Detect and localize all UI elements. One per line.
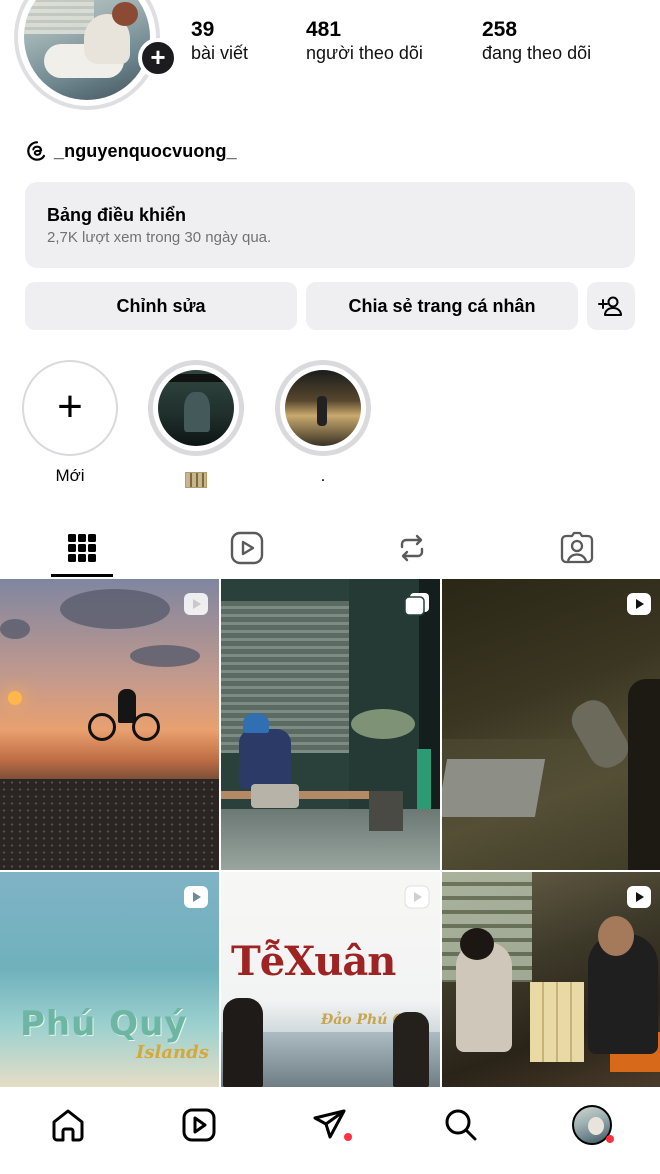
active-tab-indicator <box>51 574 113 577</box>
reel-badge-icon <box>627 886 651 908</box>
add-story-icon[interactable]: + <box>138 38 178 78</box>
dashboard-title: Bảng điều khiển <box>47 205 187 225</box>
nav-home[interactable] <box>48 1105 88 1145</box>
post-thumbnail[interactable]: TễXuân Đảo Phú Quý <box>221 872 440 1087</box>
nav-search[interactable] <box>441 1105 481 1145</box>
highlight-label: . <box>320 466 326 485</box>
grid-icon <box>68 534 96 562</box>
threads-handle: _nguyenquocvuong_ <box>54 140 237 161</box>
post-thumbnail[interactable] <box>221 579 440 870</box>
carousel-badge-icon <box>404 593 429 616</box>
messages-notification-dot <box>344 1133 352 1141</box>
highlight-item[interactable] <box>148 360 244 493</box>
reel-badge-icon <box>627 593 651 615</box>
edit-profile-button[interactable]: Chỉnh sửa <box>25 282 297 330</box>
reel-badge-icon <box>184 593 208 615</box>
stat-following[interactable]: 258 đang theo dõi <box>482 18 591 64</box>
messages-icon <box>313 1109 346 1139</box>
highlight-new[interactable]: + Mới <box>22 360 118 486</box>
home-icon <box>52 1109 84 1142</box>
threads-icon <box>27 141 46 161</box>
profile-avatar[interactable] <box>24 0 150 100</box>
profile-notification-dot <box>606 1135 614 1143</box>
post-thumbnail[interactable] <box>0 579 219 870</box>
profile-tabs <box>0 518 660 578</box>
post-overlay-title: Phú Quý <box>20 1004 188 1044</box>
reels-icon <box>230 531 264 565</box>
post-thumbnail[interactable] <box>442 579 660 870</box>
film-emoji-icon <box>185 472 207 488</box>
followers-label: người theo dõi <box>306 43 423 63</box>
tab-reposts[interactable] <box>357 518 467 578</box>
post-thumbnail[interactable]: Phú Quý Islands <box>0 872 219 1087</box>
tab-posts[interactable] <box>27 518 137 578</box>
bottom-navigation <box>0 1087 660 1174</box>
stat-posts[interactable]: 39 bài viết <box>191 18 248 64</box>
stat-followers[interactable]: 481 người theo dõi <box>306 18 423 64</box>
search-icon <box>445 1109 477 1141</box>
highlight-cover <box>285 370 361 446</box>
dashboard-subtitle: 2,7K lượt xem trong 30 ngày qua. <box>47 229 272 246</box>
add-person-icon <box>598 296 622 316</box>
discover-people-button[interactable] <box>587 282 635 330</box>
professional-dashboard[interactable]: Bảng điều khiển 2,7K lượt xem trong 30 n… <box>25 182 635 268</box>
reel-badge-icon <box>184 886 208 908</box>
repost-icon <box>400 534 424 562</box>
post-overlay-title: TễXuân <box>231 938 396 985</box>
posts-grid: Phú Quý Islands TễXuân Đảo Phú Quý <box>0 579 660 1087</box>
tab-tagged[interactable] <box>522 518 632 578</box>
followers-count: 481 <box>306 18 342 41</box>
reels-icon <box>182 1108 216 1142</box>
highlight-cover <box>158 370 234 446</box>
share-profile-button[interactable]: Chia sẻ trang cá nhân <box>306 282 578 330</box>
reel-badge-icon <box>404 885 430 909</box>
profile-avatar-ring[interactable]: + <box>14 0 178 110</box>
plus-icon: + <box>57 382 83 431</box>
following-label: đang theo dõi <box>482 43 592 63</box>
tagged-icon <box>560 531 594 564</box>
post-thumbnail[interactable] <box>442 872 660 1087</box>
threads-link[interactable]: _nguyenquocvuong_ <box>26 140 237 162</box>
post-overlay-subtitle: Islands <box>136 1042 209 1063</box>
following-count: 258 <box>482 18 518 41</box>
highlight-label: Mới <box>55 466 85 485</box>
posts-label: bài viết <box>191 43 249 63</box>
highlight-item[interactable]: . <box>275 360 371 486</box>
tab-reels[interactable] <box>192 518 302 578</box>
posts-count: 39 <box>191 18 215 41</box>
nav-reels[interactable] <box>179 1105 219 1145</box>
